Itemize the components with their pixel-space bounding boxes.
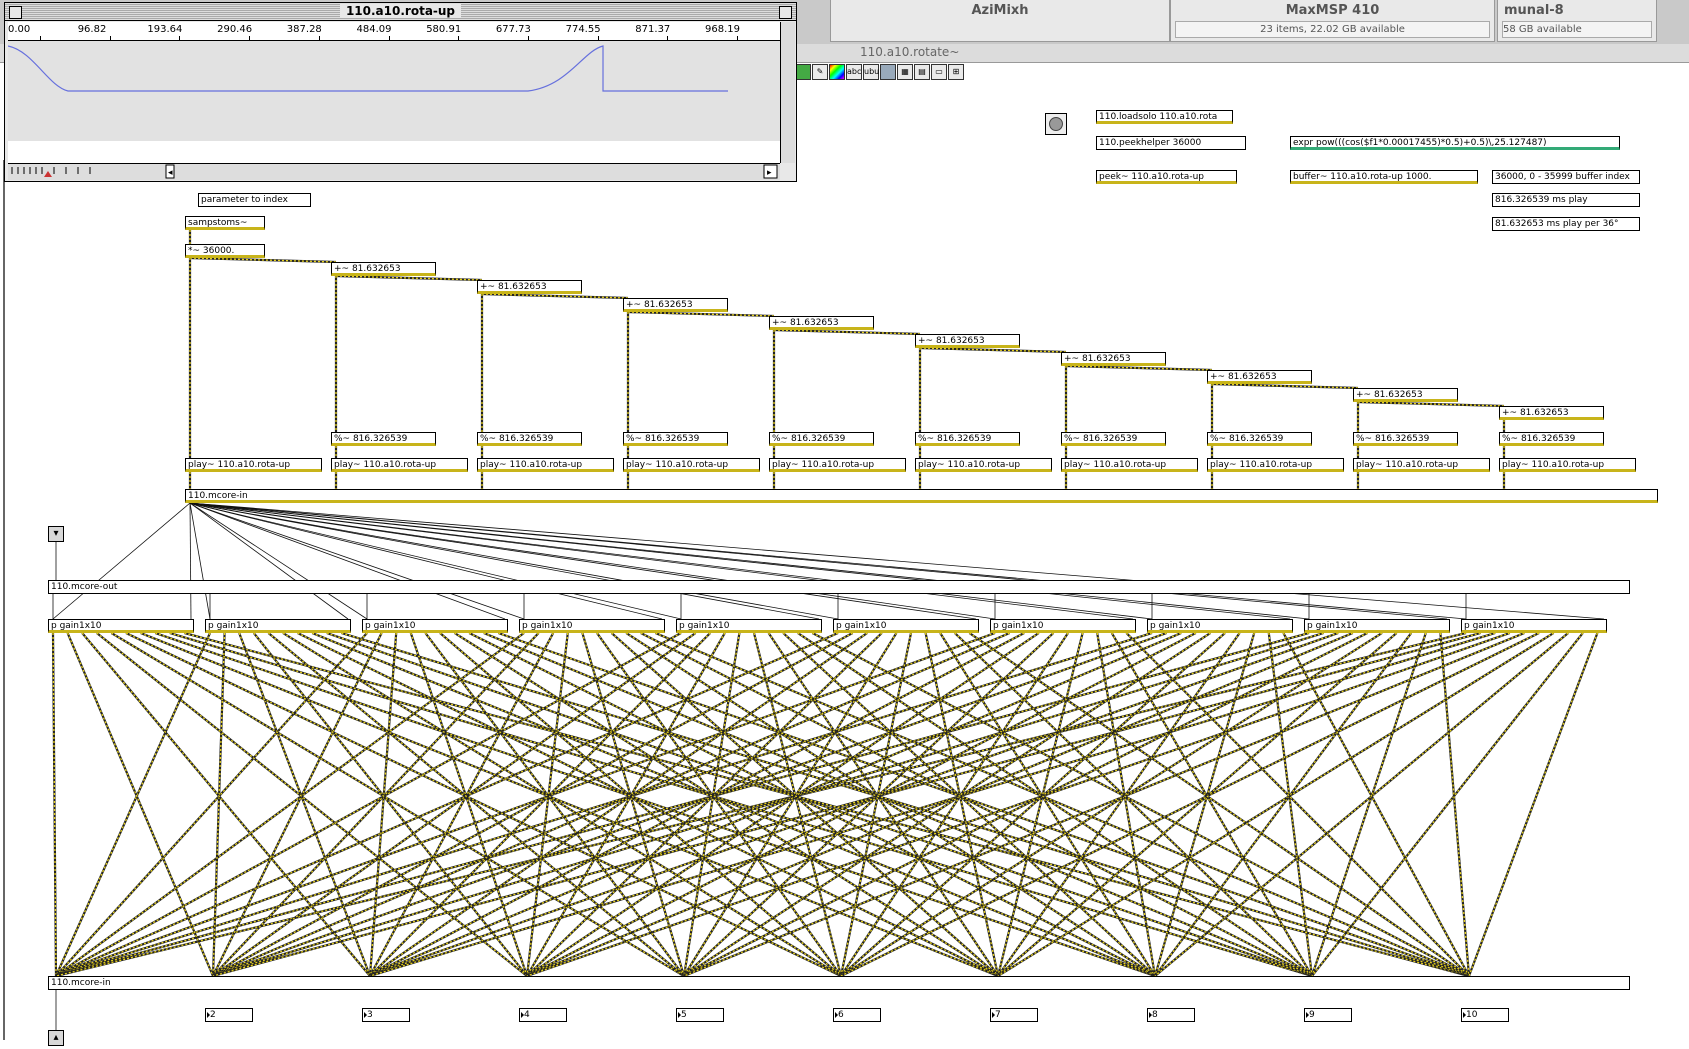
play-object-10[interactable]: play~ 110.a10.rota-up (1499, 458, 1636, 472)
plus-offset-8[interactable]: +~ 81.632653 (1353, 388, 1458, 402)
ruler-tick: 871.37 (635, 24, 671, 35)
plus-offset-4[interactable]: +~ 81.632653 (769, 316, 874, 330)
zoom-box-icon[interactable] (779, 6, 792, 19)
play-object-4[interactable]: play~ 110.a10.rota-up (623, 458, 760, 472)
gain-object-5[interactable]: p gain1x10 (676, 619, 822, 633)
plus-offset-2[interactable]: +~ 81.632653 (477, 280, 582, 294)
mcore-in-top[interactable]: 110.mcore-in (185, 489, 1658, 503)
loadsolo-object[interactable]: 110.loadsolo 110.a10.rota (1096, 110, 1233, 124)
modulo-7[interactable]: %~ 816.326539 (1207, 432, 1312, 446)
multiply-object[interactable]: *~ 36000. (185, 244, 265, 258)
buffer-window-title: 110.a10.rota-up (339, 4, 462, 18)
play-object-5[interactable]: play~ 110.a10.rota-up (769, 458, 906, 472)
toggle-bottom[interactable]: ▴ (48, 1030, 64, 1046)
plus-offset-6[interactable]: +~ 81.632653 (1061, 352, 1166, 366)
ruler-tick: 677.73 (495, 24, 531, 35)
ruler-tick: 290.46 (217, 24, 253, 35)
modulo-6[interactable]: %~ 816.326539 (1061, 432, 1166, 446)
comment-ms-play: 816.326539 ms play (1492, 193, 1640, 207)
vertical-scrollbar[interactable] (780, 22, 795, 163)
gain-object-10[interactable]: p gain1x10 (1461, 619, 1607, 633)
horizontal-scrollbar[interactable]: ◂ ▸ (8, 163, 780, 180)
buffer-window[interactable]: 110.a10.rota-up 0.00 96.82 193.64 290.46 387… (4, 2, 797, 182)
gain-object-6[interactable]: p gain1x10 (833, 619, 979, 633)
modulo-3[interactable]: %~ 816.326539 (623, 432, 728, 446)
number-box-5[interactable]: 5 (676, 1008, 724, 1022)
play-object-6[interactable]: play~ 110.a10.rota-up (915, 458, 1052, 472)
gain-object-3[interactable]: p gain1x10 (362, 619, 508, 633)
modulo-2[interactable]: %~ 816.326539 (477, 432, 582, 446)
modulo-1[interactable]: %~ 816.326539 (331, 432, 436, 446)
modulo-4[interactable]: %~ 816.326539 (769, 432, 874, 446)
modulo-8[interactable]: %~ 816.326539 (1353, 432, 1458, 446)
sampstoms-object[interactable]: sampstoms~ (185, 216, 265, 230)
gain-object-8[interactable]: p gain1x10 (1147, 619, 1293, 633)
mcore-out[interactable]: 110.mcore-out (48, 580, 1630, 594)
ruler-tick: 484.09 (356, 24, 392, 35)
gain-object-2[interactable]: p gain1x10 (205, 619, 351, 633)
buffer-ruler: 0.00 96.82 193.64 290.46 387.28 484.09 580.91 6… (8, 22, 780, 41)
mcore-in-bottom[interactable]: 110.mcore-in (48, 976, 1630, 990)
number-box-8[interactable]: 8 (1147, 1008, 1195, 1022)
buffer-blank-area (8, 141, 780, 163)
number-box-10[interactable]: 10 (1461, 1008, 1509, 1022)
gain-object-1[interactable]: p gain1x10 (48, 619, 194, 633)
play-object-2[interactable]: play~ 110.a10.rota-up (331, 458, 468, 472)
number-box-3[interactable]: 3 (362, 1008, 410, 1022)
number-box-4[interactable]: 4 (519, 1008, 567, 1022)
play-object-3[interactable]: play~ 110.a10.rota-up (477, 458, 614, 472)
ruler-tick: 774.55 (565, 24, 601, 35)
ruler-tick: 387.28 (286, 24, 322, 35)
svg-text:▸: ▸ (767, 168, 772, 178)
gain-object-7[interactable]: p gain1x10 (990, 619, 1136, 633)
peekhelper-object[interactable]: 110.peekhelper 36000 (1096, 136, 1246, 150)
gain-object-4[interactable]: p gain1x10 (519, 619, 665, 633)
comment-ms-per-36: 81.632653 ms play per 36° (1492, 217, 1640, 231)
gain-object-9[interactable]: p gain1x10 (1304, 619, 1450, 633)
ruler-tick: 96.82 (77, 24, 107, 35)
plus-offset-3[interactable]: +~ 81.632653 (623, 298, 728, 312)
play-object-9[interactable]: play~ 110.a10.rota-up (1353, 458, 1490, 472)
ruler-tick: 968.19 (705, 24, 740, 35)
plus-offset-5[interactable]: +~ 81.632653 (915, 334, 1020, 348)
play-object-8[interactable]: play~ 110.a10.rota-up (1207, 458, 1344, 472)
plus-offset-1[interactable]: +~ 81.632653 (331, 262, 436, 276)
play-object-7[interactable]: play~ 110.a10.rota-up (1061, 458, 1198, 472)
buffer-object[interactable]: buffer~ 110.a10.rota-up 1000. (1290, 170, 1478, 184)
toggle-top[interactable]: ▾ (48, 526, 64, 542)
modulo-5[interactable]: %~ 816.326539 (915, 432, 1020, 446)
plus-offset-7[interactable]: +~ 81.632653 (1207, 370, 1312, 384)
ruler-tick: 193.64 (147, 24, 183, 35)
loadbang-button[interactable] (1045, 113, 1067, 135)
number-box-7[interactable]: 7 (990, 1008, 1038, 1022)
number-box-9[interactable]: 9 (1304, 1008, 1352, 1022)
ruler-tick: 580.91 (426, 24, 462, 35)
number-box-2[interactable]: 2 (205, 1008, 253, 1022)
buffer-window-titlebar[interactable]: 110.a10.rota-up (5, 3, 796, 21)
buffer-waveform-area[interactable] (7, 41, 780, 141)
expr-object[interactable]: expr pow(((cos($f1*0.00017455)*0.5)+0.5)… (1290, 136, 1620, 150)
close-box-icon[interactable] (9, 6, 22, 19)
svg-text:◂: ◂ (168, 168, 173, 178)
comment-parameter-to-index: parameter to index (198, 193, 311, 207)
plus-offset-9[interactable]: +~ 81.632653 (1499, 406, 1604, 420)
peek-object[interactable]: peek~ 110.a10.rota-up (1096, 170, 1237, 184)
number-box-6[interactable]: 6 (833, 1008, 881, 1022)
play-object-1[interactable]: play~ 110.a10.rota-up (185, 458, 322, 472)
buffer-waveform (7, 45, 728, 92)
ruler-tick: 0.00 (8, 24, 31, 35)
modulo-9[interactable]: %~ 816.326539 (1499, 432, 1604, 446)
comment-buffer-index: 36000, 0 - 35999 buffer index (1492, 170, 1640, 184)
